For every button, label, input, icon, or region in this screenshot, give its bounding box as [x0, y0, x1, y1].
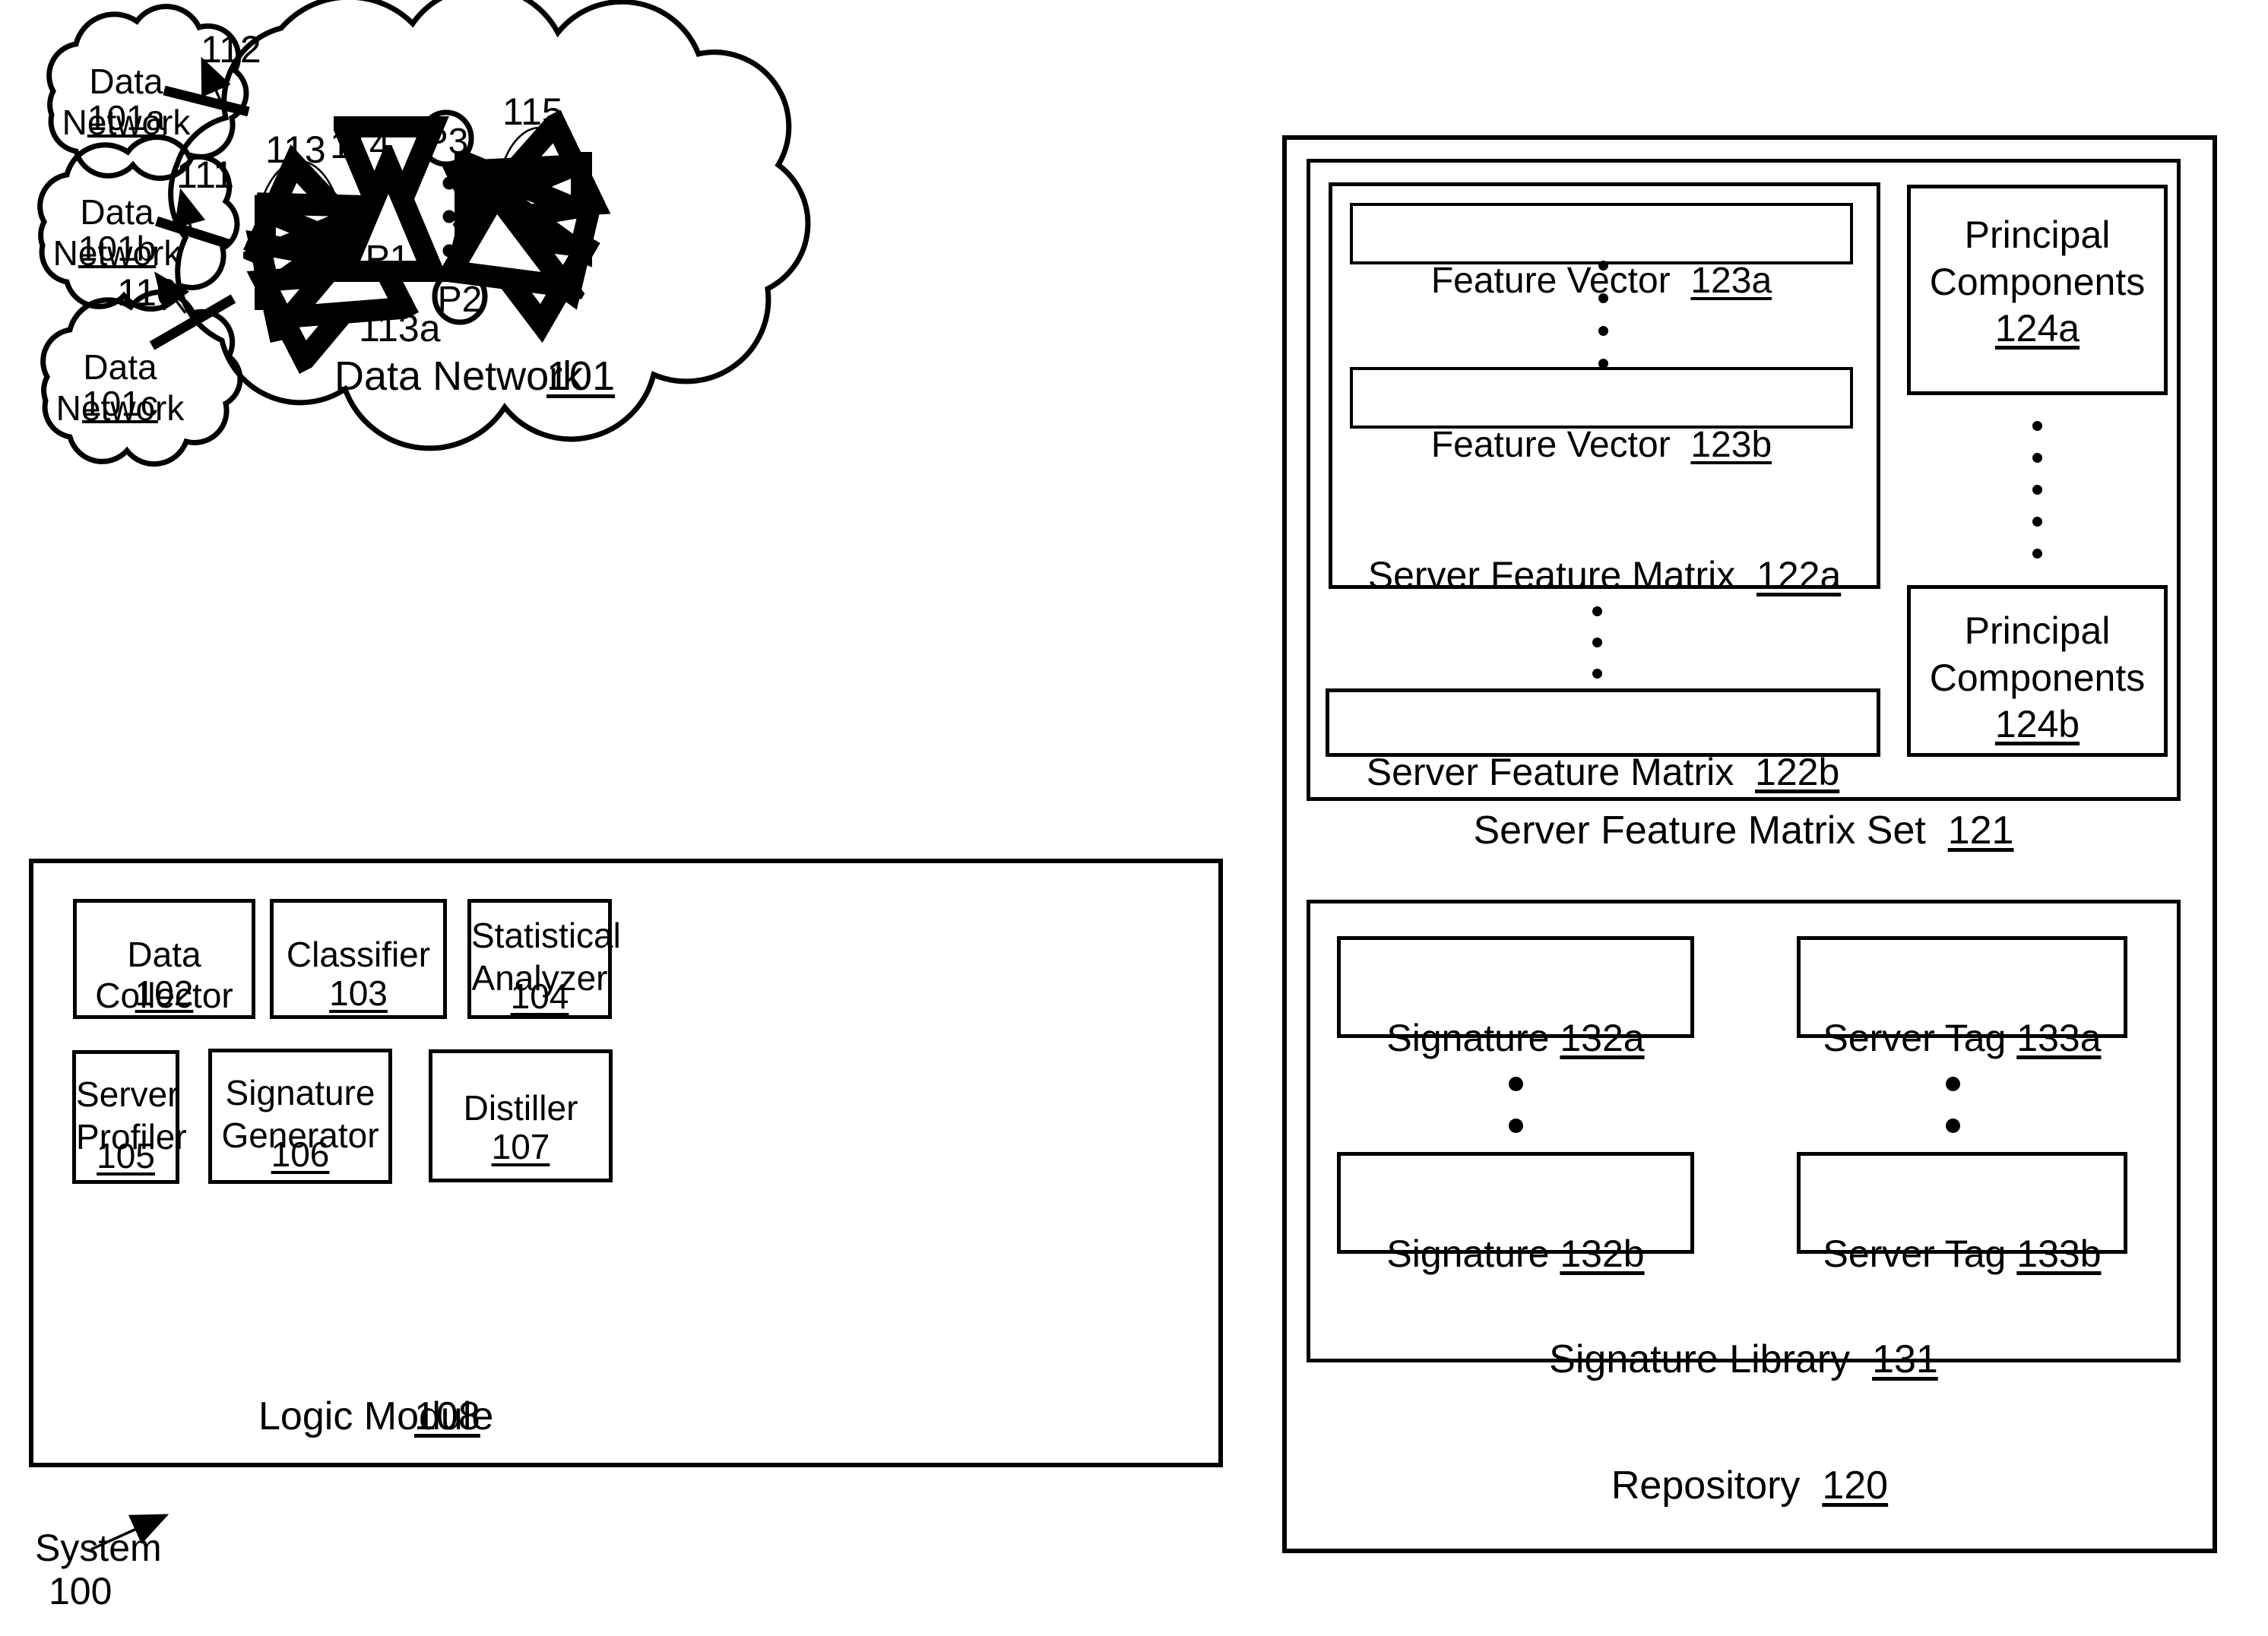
- server-feature-matrix-122a-title: Server Feature Matrix: [1367, 554, 1736, 596]
- patent-figure: Data Network 101a Data Network 101b Data…: [0, 0, 2268, 1636]
- component-statistical-analyzer-ref: 104: [510, 976, 569, 1016]
- callout-115: 115: [502, 90, 563, 133]
- flow-115-3: [484, 226, 565, 245]
- cloud-101a-ref: 101a: [87, 98, 166, 138]
- principal-components-124a[interactable]: Principal Components 124a: [1907, 185, 2168, 395]
- server-tag-133b[interactable]: Server Tag 133b: [1797, 1152, 2127, 1275]
- node-p1-label: P1: [365, 239, 410, 279]
- ellipsis-dot: [1509, 1077, 1523, 1091]
- flow-113-3: [282, 266, 366, 284]
- ellipsis-dot: [2032, 453, 2042, 463]
- component-classifier-name: Classifier: [286, 935, 431, 974]
- feature-vector-123a-title: Feature Vector: [1430, 261, 1671, 301]
- ellipse-115: [494, 126, 585, 292]
- component-data-collector[interactable]: Data Collector 102: [73, 899, 255, 1019]
- flow-115-1: [486, 169, 565, 207]
- ellipsis-dot: [1598, 261, 1608, 271]
- callout-114: 114: [330, 124, 391, 166]
- feature-vector-123a-ref: 123a: [1690, 261, 1772, 301]
- ellipsis-dot: [1598, 326, 1608, 336]
- callout-110: 110: [117, 271, 178, 314]
- feature-vector-123b-title: Feature Vector: [1430, 425, 1671, 465]
- principal-components-124b-title: Principal Components: [1929, 609, 2146, 699]
- repository-title: Repository: [1611, 1464, 1801, 1508]
- signature-132b-ref: 132b: [1560, 1233, 1645, 1275]
- ellipse-113: [252, 160, 347, 342]
- ellipsis-dot: [2032, 517, 2042, 527]
- callout-113: 113: [265, 128, 326, 171]
- component-distiller-name: Distiller: [463, 1088, 578, 1128]
- component-server-profiler-ref: 105: [97, 1136, 155, 1176]
- server-feature-matrix-set-ref: 121: [1947, 809, 2014, 853]
- flows-115: [478, 169, 565, 283]
- principal-components-124a-title: Principal Components: [1929, 214, 2146, 303]
- signature-library-container: Signature 132a Signature 132b Server Tag…: [1307, 900, 2181, 1381]
- server-tag-133b-ref: 133b: [2016, 1233, 2102, 1275]
- signature-132b-title: Signature: [1386, 1233, 1550, 1275]
- ellipsis-dot: [2032, 485, 2042, 495]
- server-tag-133a[interactable]: Server Tag 133a: [1797, 936, 2127, 1059]
- leader-113a: [339, 282, 378, 320]
- node-p3-label: P3: [423, 122, 469, 162]
- server-feature-matrix-122a-ref: 122a: [1756, 554, 1842, 596]
- principal-components-124a-ref: 124a: [1994, 307, 2080, 350]
- server-tag-133b-title: Server Tag: [1823, 1233, 2007, 1275]
- component-classifier-ref: 103: [329, 973, 388, 1013]
- server-tag-133a-title: Server Tag: [1823, 1017, 2007, 1059]
- signature-132a-title: Signature: [1386, 1017, 1550, 1059]
- signature-132a-ref: 132a: [1560, 1017, 1645, 1059]
- server-feature-matrix-set-container: Feature Vector 123a Feature Vector 123b …: [1307, 159, 2181, 853]
- signature-132a[interactable]: Signature 132a: [1337, 936, 1694, 1059]
- ellipsis-dots-network: [442, 176, 456, 258]
- ellipsis-dot: [1946, 1077, 1960, 1091]
- principal-components-124b[interactable]: Principal Components 124b: [1907, 585, 2168, 757]
- principal-components-124b-ref: 124b: [1994, 703, 2080, 745]
- server-feature-matrix-set-title: Server Feature Matrix Set: [1473, 809, 1926, 853]
- component-signature-generator[interactable]: Signature Generator 106: [208, 1049, 392, 1184]
- server-tag-133a-ref: 133a: [2016, 1017, 2102, 1059]
- system-label-line2: 100: [49, 1570, 112, 1612]
- ellipsis-dot: [1592, 669, 1602, 679]
- signature-library-ref: 131: [1872, 1337, 1938, 1381]
- component-distiller-ref: 107: [491, 1127, 550, 1166]
- callout-113a: 113a: [359, 307, 441, 350]
- component-distiller[interactable]: Distiller 107: [429, 1049, 613, 1182]
- ellipsis-dot: [1592, 606, 1602, 616]
- callout-111: 111: [176, 153, 235, 196]
- ellipsis-dot: [1592, 638, 1602, 647]
- logic-module-container: Data Collector 102 Classifier 103 Statis…: [29, 859, 1223, 1467]
- feature-vector-123b-ref: 123b: [1690, 425, 1772, 465]
- callout-112: 112: [201, 28, 261, 71]
- logic-module-ref: 108: [414, 1394, 480, 1438]
- signature-132b[interactable]: Signature 132b: [1337, 1152, 1694, 1275]
- ellipsis-dot: [2032, 549, 2042, 559]
- server-feature-matrix-122b[interactable]: Server Feature Matrix 122b: [1326, 688, 1880, 793]
- ellipsis-dot: [1598, 293, 1608, 303]
- feature-vector-123b[interactable]: Feature Vector 123b: [1350, 367, 1853, 465]
- component-data-collector-ref: 102: [135, 973, 194, 1013]
- server-feature-matrix-122a[interactable]: Feature Vector 123a Feature Vector 123b …: [1329, 182, 1880, 596]
- leader-113: [285, 166, 316, 214]
- flow-115-4: [478, 236, 559, 283]
- ellipsis-dot: [1946, 1119, 1960, 1133]
- feature-vector-123a[interactable]: Feature Vector 123a: [1350, 203, 1853, 301]
- cloud-101c-ref: 101c: [82, 384, 158, 423]
- component-classifier[interactable]: Classifier 103: [270, 899, 447, 1019]
- system-label-line1: System: [35, 1527, 162, 1569]
- cloud-101-ref: 101: [546, 353, 616, 399]
- ellipsis-dot: [1509, 1119, 1523, 1133]
- component-statistical-analyzer[interactable]: Statistical Analyzer 104: [467, 899, 621, 1019]
- cloud-101b-ref: 101b: [78, 229, 157, 268]
- flow-113-1: [281, 207, 366, 245]
- component-signature-generator-ref: 106: [271, 1134, 330, 1174]
- component-server-profiler[interactable]: Server Profiler 105: [72, 1050, 187, 1184]
- repository-ref: 120: [1822, 1464, 1889, 1508]
- repository-container: Feature Vector 123a Feature Vector 123b …: [1282, 135, 2217, 1553]
- signature-library-title: Signature Library: [1549, 1337, 1851, 1381]
- ellipsis-dot: [2032, 421, 2042, 431]
